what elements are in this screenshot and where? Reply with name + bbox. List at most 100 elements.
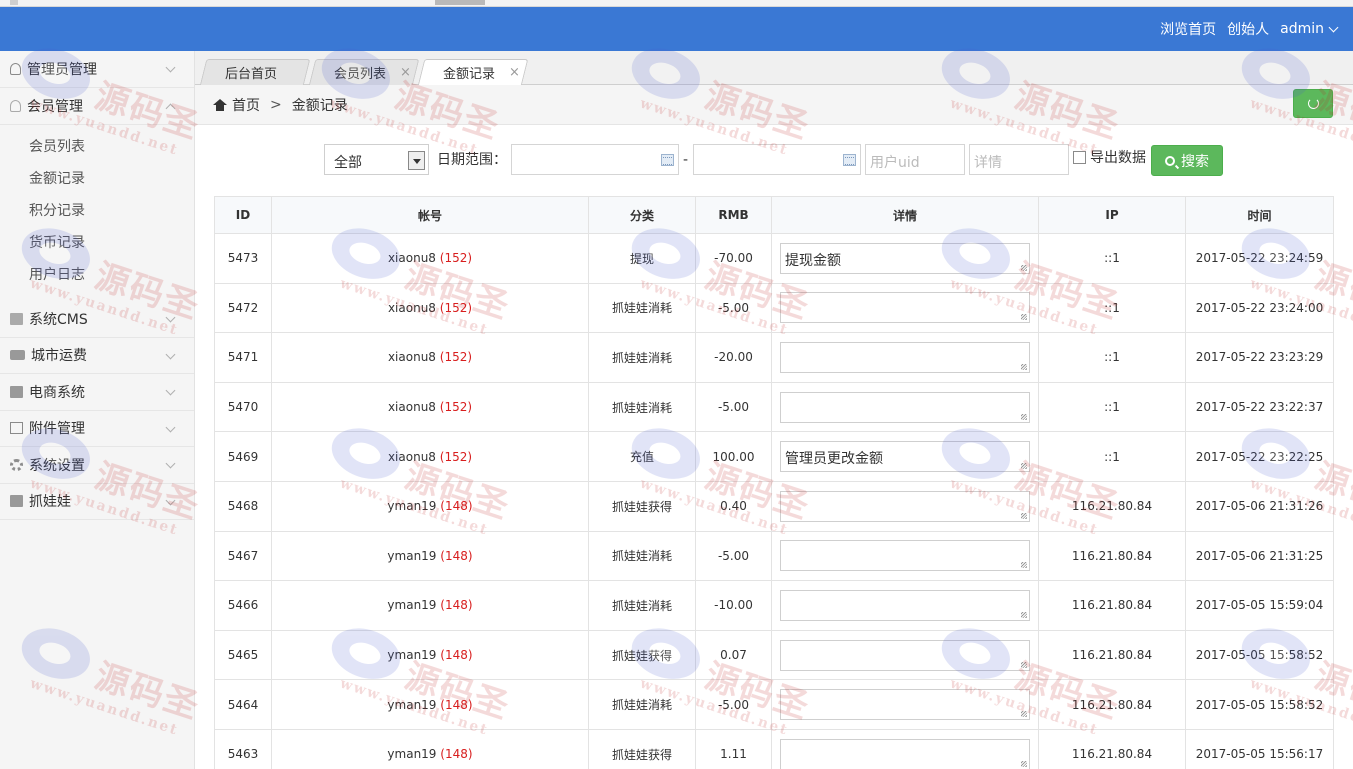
sidebar-item-city-freight[interactable]: 城市运费 <box>0 338 194 374</box>
submenu-member-list[interactable]: 会员列表 <box>0 131 194 163</box>
chevron-down-icon <box>165 312 176 323</box>
calendar-icon[interactable] <box>843 154 856 166</box>
cell-id: 5463 <box>214 728 272 769</box>
detail-textarea[interactable] <box>780 738 1030 769</box>
sidebar-item-label: 城市运费 <box>31 348 87 365</box>
submenu-points-records[interactable]: 积分记录 <box>0 195 194 227</box>
sidebar-item-system-settings[interactable]: 系统设置 <box>0 447 194 484</box>
amount-records-table: ID 帐号 分类 RMB 详情 IP 时间 5473 xiaonu8 (152) 提… <box>214 196 1334 769</box>
sidebar: 管理员管理 会员管理 会员列表 金额记录 积分记录 货币记录 用户日志 系统CM… <box>0 51 195 769</box>
detail-textarea[interactable] <box>780 391 1030 423</box>
table-row: 5473 xiaonu8 (152) 提现 -70.00 提现金额::1 2017-05-… <box>214 233 1334 284</box>
table-row: 5466 yman19 (148) 抓娃娃消耗 -10.00 116.21.80.84 2… <box>214 580 1334 631</box>
column-header-ip[interactable]: IP <box>1038 196 1186 234</box>
chevron-down-icon <box>165 385 176 396</box>
detail-textarea[interactable] <box>780 639 1030 671</box>
breadcrumb-home[interactable]: 首页 <box>232 95 260 115</box>
browse-home-link[interactable]: 浏览首页 <box>1160 19 1216 39</box>
cell-detail <box>771 282 1039 334</box>
close-icon[interactable]: × <box>509 65 520 80</box>
sidebar-item-ecommerce[interactable]: 电商系统 <box>0 374 194 411</box>
start-date-input[interactable] <box>511 144 679 175</box>
submenu-user-logs[interactable]: 用户日志 <box>0 259 194 291</box>
account-name[interactable]: yman19 <box>387 698 436 712</box>
account-name[interactable]: xiaonu8 <box>388 301 436 315</box>
account-name[interactable]: yman19 <box>387 499 436 513</box>
tab-label: 后台首页 <box>225 67 278 82</box>
cell-account: yman19 (148) <box>271 530 589 582</box>
tab-member-list[interactable]: 会员列表 × <box>308 59 420 86</box>
refresh-icon <box>1308 98 1319 109</box>
submenu-currency-records[interactable]: 货币记录 <box>0 227 194 259</box>
account-name[interactable]: xiaonu8 <box>388 350 436 364</box>
account-uid: (148) <box>440 548 473 563</box>
account-name[interactable]: xiaonu8 <box>388 400 436 414</box>
cell-rmb: -10.00 <box>695 580 772 631</box>
account-uid: (152) <box>439 300 473 315</box>
account-name[interactable]: xiaonu8 <box>388 251 436 265</box>
sidebar-item-label: 管理员管理 <box>27 61 97 78</box>
sidebar-item-attachments[interactable]: 附件管理 <box>0 411 194 447</box>
refresh-button[interactable] <box>1293 89 1333 118</box>
sidebar-item-label: 电商系统 <box>29 384 85 401</box>
detail-textarea[interactable]: 提现金额 <box>780 242 1030 274</box>
detail-textarea[interactable] <box>780 490 1030 522</box>
founder-link[interactable]: 创始人 <box>1227 19 1269 39</box>
cell-detail: 提现金额 <box>771 233 1039 284</box>
image-icon <box>10 422 23 435</box>
user-name: admin <box>1280 21 1324 37</box>
user-menu[interactable]: admin <box>1280 21 1339 37</box>
sidebar-item-claw-machine[interactable]: 抓娃娃 <box>0 484 194 520</box>
chevron-down-icon <box>1328 22 1339 32</box>
account-name[interactable]: yman19 <box>387 549 436 563</box>
cell-account: xiaonu8 (152) <box>271 332 589 383</box>
person-icon <box>10 62 21 75</box>
member-submenu: 会员列表 金额记录 积分记录 货币记录 用户日志 <box>0 124 194 301</box>
calendar-icon[interactable] <box>661 154 674 166</box>
detail-textarea[interactable]: 管理员更改金额 <box>780 441 1030 473</box>
end-date-input[interactable] <box>693 144 861 175</box>
account-name[interactable]: yman19 <box>387 747 436 761</box>
sidebar-item-label: 附件管理 <box>29 421 85 438</box>
sidebar-item-label: 抓娃娃 <box>29 494 71 511</box>
detail-textarea[interactable] <box>780 689 1030 721</box>
category-select[interactable]: 全部 <box>324 144 429 175</box>
detail-textarea[interactable] <box>780 341 1030 373</box>
column-header-rmb[interactable]: RMB <box>695 196 772 234</box>
user-uid-input[interactable]: 用户uid <box>865 144 965 175</box>
detail-textarea[interactable] <box>780 292 1030 324</box>
export-checkbox[interactable] <box>1073 151 1086 164</box>
sidebar-item-member-management[interactable]: 会员管理 <box>0 88 194 125</box>
cell-category: 提现 <box>588 233 696 284</box>
cell-category: 抓娃娃消耗 <box>588 282 696 334</box>
tab-label: 会员列表 <box>334 67 387 82</box>
account-name[interactable]: xiaonu8 <box>388 450 436 464</box>
cell-time: 2017-05-06 21:31:25 <box>1185 530 1334 582</box>
date-range-label: 日期范围： <box>437 152 507 168</box>
table-row: 5469 xiaonu8 (152) 充值 100.00 管理员更改金额::1 2017-… <box>214 431 1334 482</box>
account-name[interactable]: yman19 <box>387 648 436 662</box>
column-header-time[interactable]: 时间 <box>1185 196 1334 234</box>
document-icon <box>10 312 23 325</box>
submenu-amount-records[interactable]: 金额记录 <box>0 163 194 195</box>
column-header-detail[interactable]: 详情 <box>771 196 1039 234</box>
cell-rmb: 0.40 <box>695 480 772 532</box>
column-header-id[interactable]: ID <box>214 196 272 234</box>
main-content: 首页 > 金额记录 全部 日期范围： - 用户uid 详情 导出数据 搜索 ID… <box>195 85 1353 769</box>
sidebar-item-system-cms[interactable]: 系统CMS <box>0 301 194 338</box>
account-name[interactable]: yman19 <box>387 598 436 612</box>
sidebar-item-admin-management[interactable]: 管理员管理 <box>0 51 194 88</box>
breadcrumb-separator: > <box>270 96 282 113</box>
detail-textarea[interactable] <box>780 589 1030 621</box>
breadcrumb-current: 金额记录 <box>291 97 348 114</box>
cell-category: 抓娃娃消耗 <box>588 679 696 730</box>
column-header-category[interactable]: 分类 <box>588 196 696 234</box>
tab-dashboard[interactable]: 后台首页 <box>199 59 311 86</box>
search-button[interactable]: 搜索 <box>1151 145 1223 176</box>
detail-input[interactable]: 详情 <box>969 144 1069 175</box>
tab-amount-records[interactable]: 金额记录 × <box>417 59 529 86</box>
cell-id: 5465 <box>214 629 272 681</box>
close-icon[interactable]: × <box>400 65 411 80</box>
detail-textarea[interactable] <box>780 540 1030 572</box>
column-header-account[interactable]: 帐号 <box>271 196 589 234</box>
